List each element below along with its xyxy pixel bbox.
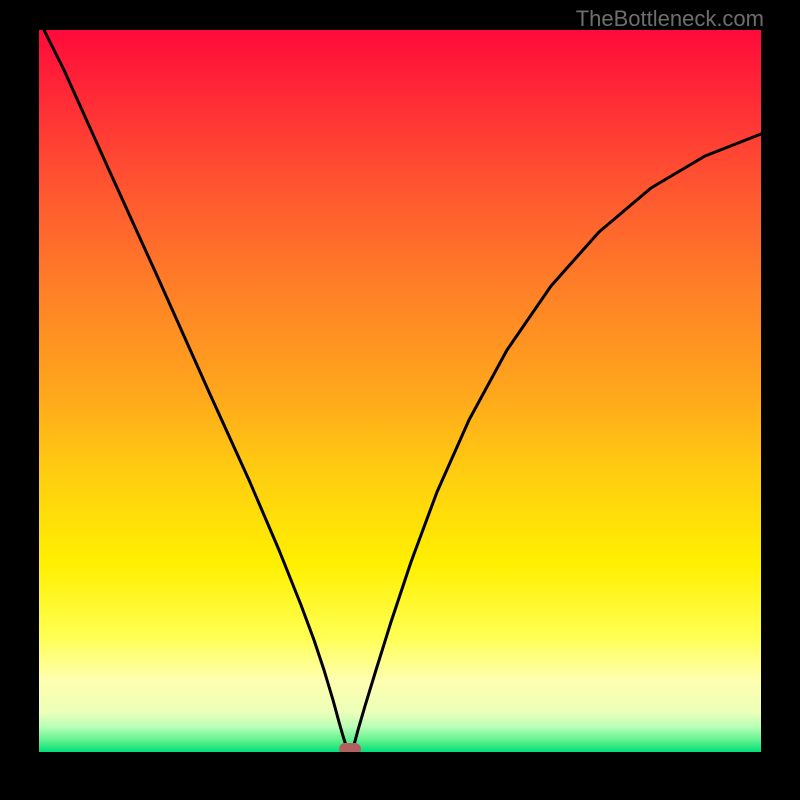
bottleneck-curve: [39, 30, 761, 752]
chart-canvas: TheBottleneck.com: [0, 0, 800, 800]
plot-area: [39, 30, 761, 752]
watermark-label: TheBottleneck.com: [576, 6, 764, 32]
curve-path: [39, 30, 761, 752]
optimal-point-marker: [339, 743, 361, 752]
